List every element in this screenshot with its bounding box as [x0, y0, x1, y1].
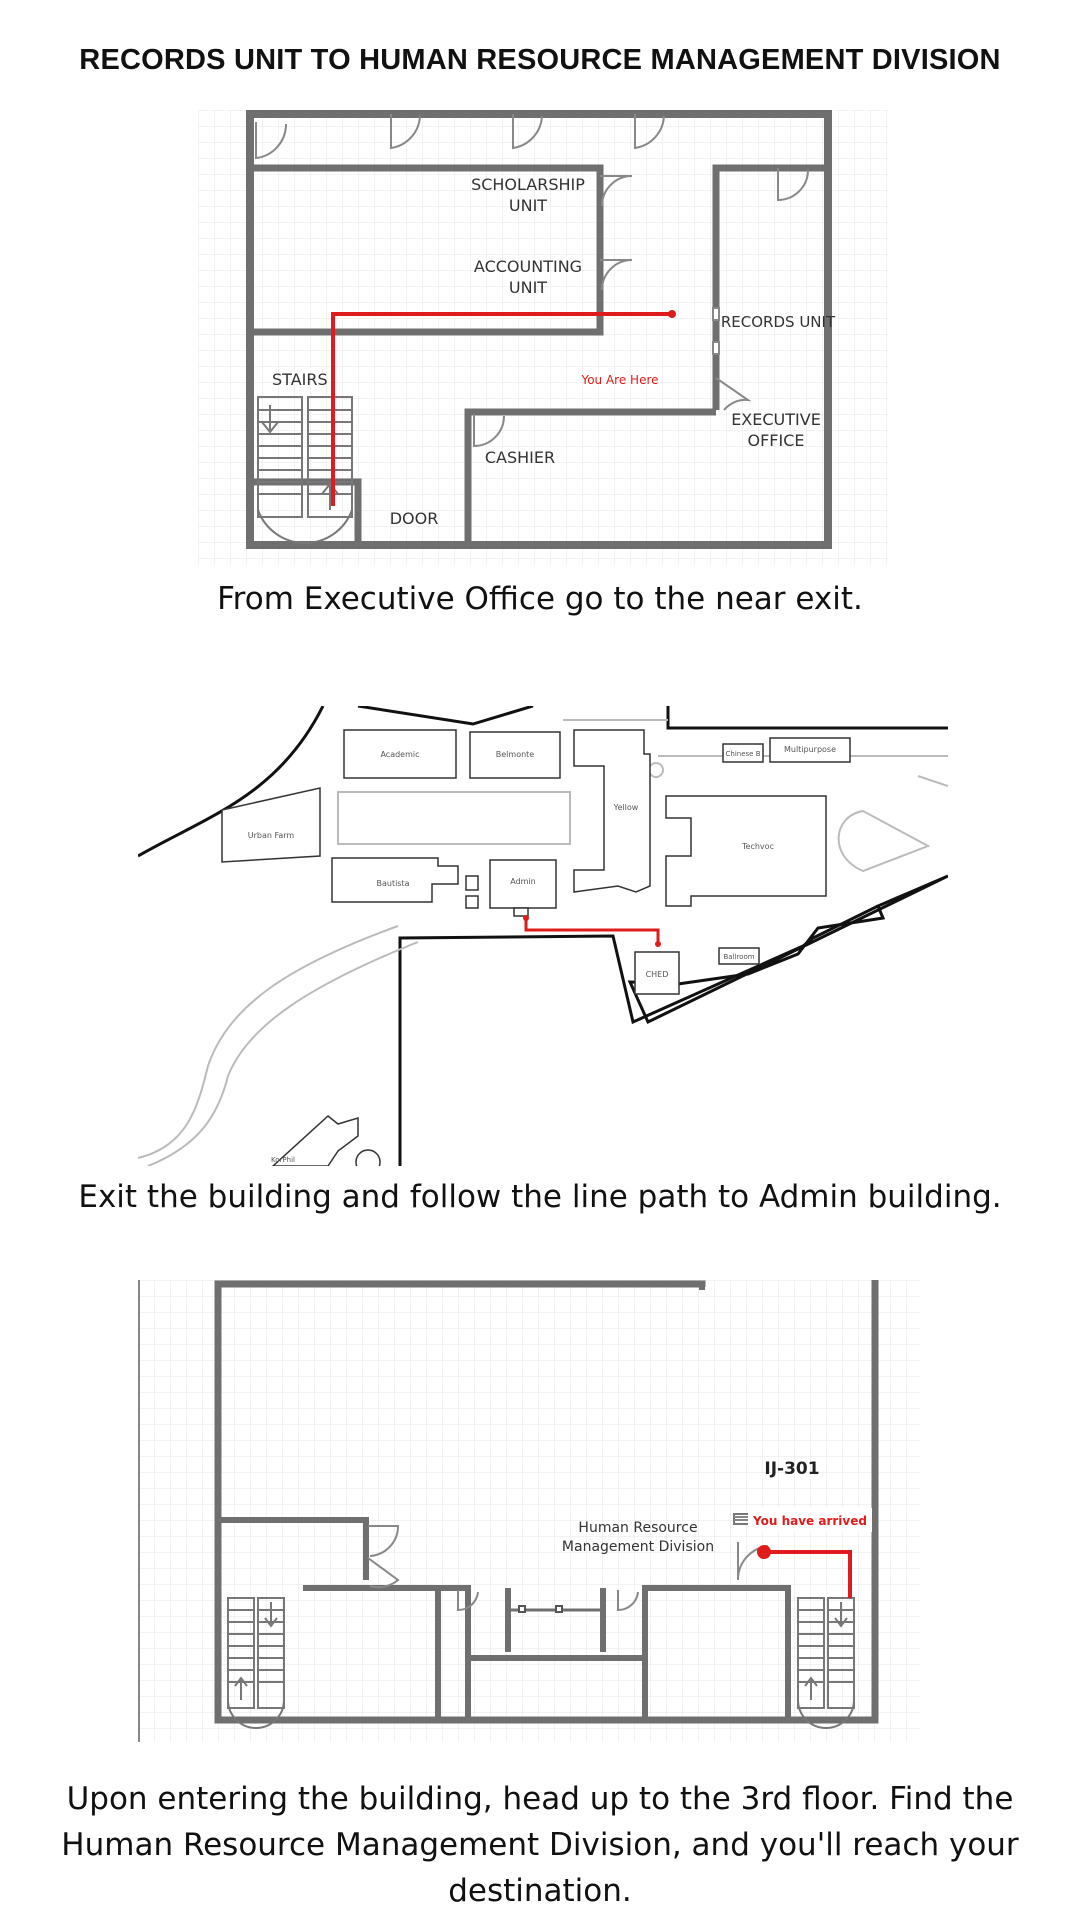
- bautista-label: Bautista: [376, 879, 409, 888]
- step1-caption: From Executive Office go to the near exi…: [217, 581, 863, 617]
- accounting-unit-label: ACCOUNTING: [474, 257, 582, 276]
- ched-label: CHED: [646, 970, 669, 979]
- campus-map: Academic Belmonte Yellow Chinese B Multi…: [138, 706, 948, 1166]
- step3-caption: Upon entering the building, head up to t…: [61, 1781, 1019, 1909]
- route-path: [524, 918, 660, 944]
- you-are-here-marker: [668, 310, 676, 318]
- urban-farm-label: Urban Farm: [248, 831, 295, 840]
- stairs-label: STAIRS: [272, 370, 328, 389]
- techvoc-label: Techvoc: [741, 842, 774, 851]
- chinese-label: Chinese B: [726, 750, 761, 758]
- room-number-label: IJ-301: [764, 1459, 819, 1479]
- route-end-marker: [655, 941, 661, 947]
- you-have-arrived-label: You have arrived: [752, 1514, 867, 1528]
- scholarship-unit-label: SCHOLARSHIP: [471, 175, 585, 194]
- scholarship-unit-label-2: UNIT: [509, 196, 547, 215]
- yellow-label: Yellow: [613, 803, 639, 812]
- admin-label: Admin: [510, 877, 536, 886]
- destination-marker: [757, 1545, 771, 1559]
- door-label: DOOR: [390, 509, 439, 528]
- hr-division-label-2: Management Division: [562, 1539, 714, 1555]
- records-unit-label: RECORDS UNIT: [721, 313, 836, 331]
- page-title: RECORDS UNIT TO HUMAN RESOURCE MANAGEMEN…: [79, 44, 1001, 76]
- route-start-marker: [523, 915, 529, 921]
- buildings: [221, 729, 851, 1166]
- academic-label: Academic: [380, 750, 419, 759]
- floor-plan-third-floor: IJ-301 Human Resource Management Divisio…: [138, 1280, 920, 1742]
- you-are-here-label: You Are Here: [580, 373, 658, 387]
- cashier-label: CASHIER: [485, 448, 555, 467]
- hr-division-label: Human Resource: [578, 1520, 697, 1536]
- step2-caption: Exit the building and follow the line pa…: [78, 1179, 1002, 1215]
- multipurpose-label: Multipurpose: [784, 745, 836, 754]
- floor-plan-records-unit: SCHOLARSHIP UNIT ACCOUNTING UNIT RECORDS…: [198, 110, 888, 565]
- ballroom-label: Ballroom: [723, 953, 754, 961]
- accounting-unit-label-2: UNIT: [509, 278, 547, 297]
- korphil-label: KorPhil: [271, 1156, 295, 1164]
- executive-office-label: EXECUTIVE: [731, 410, 821, 429]
- executive-office-label-2: OFFICE: [748, 431, 805, 450]
- belmonte-label: Belmonte: [496, 750, 535, 759]
